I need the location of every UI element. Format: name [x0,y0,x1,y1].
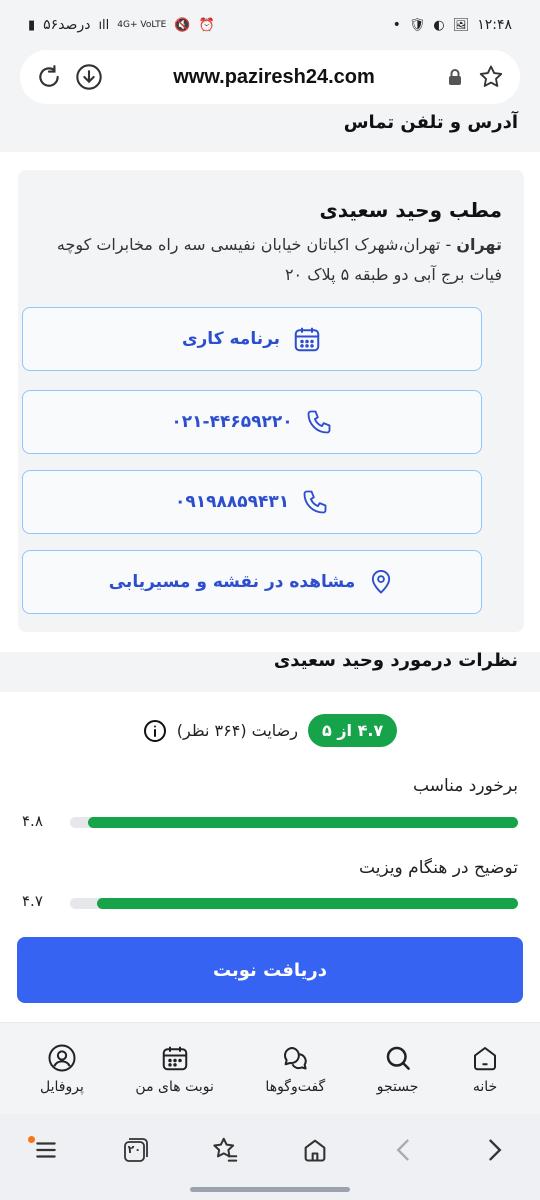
download-icon[interactable] [74,62,104,92]
nav-appointments[interactable]: نوبت های من [135,1023,214,1114]
home-icon [304,1139,326,1162]
network-text: 4G+ VoLTE [117,20,167,30]
url-text[interactable]: www.paziresh24.com [114,66,434,89]
home-button[interactable] [293,1128,337,1172]
reviews-section-title: نظرات درمورد وحید سعیدی [273,650,518,671]
phone2-label: ۰۹۱۹۸۸۵۹۴۳۱ [174,492,290,512]
metric-value: ۴.۷ [22,892,43,910]
metric-bar-fill [96,898,518,909]
address-section-title: آدرس و تلفن تماس [343,112,518,133]
schedule-button[interactable]: برنامه کاری [22,307,482,371]
phone-icon [307,410,331,434]
nav-label: جستجو [376,1078,419,1095]
nav-label: خانه [472,1078,498,1095]
phone2-button[interactable]: ۰۹۱۹۸۸۵۹۴۳۱ [22,470,482,534]
battery-text: ۵۶درصد [43,17,91,33]
rating-summary: ۴.۷ از ۵ رضایت (۳۶۴ نظر) [0,714,540,747]
cta-wrapper: دریافت نوبت [0,918,540,1022]
menu-icon [36,1142,56,1158]
browser-bottom-bar: ۲۰ [0,1114,540,1200]
reload-icon[interactable] [34,62,64,92]
alarm-icon: ⏰ [198,17,215,33]
chevron-left-icon [396,1139,410,1161]
satisfaction-text: رضایت (۳۶۴ نظر) [176,721,298,740]
metric-bar [70,817,518,828]
app-icon: ◐ [433,17,445,33]
nav-label: پروفایل [40,1078,84,1095]
app-bottom-nav: خانه جستجو گفت‌وگوها نوبت های من پروفایل [0,1022,540,1114]
gesture-bar [190,1187,350,1192]
home-icon [474,1046,496,1070]
metric-bar-fill [87,817,518,828]
map-button-label: مشاهده در نقشه و مسیریابی [108,572,356,592]
location-pin-icon [372,570,391,594]
nav-chats[interactable]: گفت‌وگوها [265,1023,325,1114]
forward-button[interactable] [472,1128,516,1172]
address-text: - تهران،شهرک اکباتان خیابان نفیسی سه راه… [56,235,502,284]
schedule-button-label: برنامه کاری [181,329,281,349]
notification-dot-icon: • [392,17,401,33]
shield-icon: 🛡 [408,17,426,33]
search-icon [386,1046,410,1070]
star-icon[interactable] [476,62,506,92]
star-list-icon [213,1137,238,1162]
mute-icon: 🔇 [174,17,191,33]
nav-label: نوبت های من [135,1078,214,1095]
phone1-label: ۰۲۱-۴۴۶۵۹۲۲۰ [171,412,293,432]
profile-icon [48,1044,76,1071]
phone1-button[interactable]: ۰۲۱-۴۴۶۵۹۲۲۰ [22,390,482,454]
phone-icon [303,490,327,514]
rating-badge: ۴.۷ از ۵ [308,714,398,747]
calendar-icon [294,327,320,352]
chevron-right-icon [489,1139,502,1161]
status-left: ▮ ۵۶درصد ıll 4G+ VoLTE 🔇 ⏰ [28,17,215,33]
nav-profile[interactable]: پروفایل [40,1023,84,1114]
menu-button[interactable] [24,1128,68,1172]
address-city: تهران [456,235,502,254]
notification-dot [28,1136,35,1143]
clinic-name: مطب وحید سعیدی [319,198,502,222]
status-time: ۱۲:۴۸ [477,17,512,33]
signal-icon: ıll [98,17,110,33]
calendar-icon [162,1046,187,1070]
info-icon[interactable] [143,719,167,743]
map-button[interactable]: مشاهده در نقشه و مسیریابی [22,550,482,614]
address-card-wrapper: مطب وحید سعیدی تهران - تهران،شهرک اکباتا… [0,152,540,652]
nav-home[interactable]: خانه [470,1023,500,1114]
get-appointment-button[interactable]: دریافت نوبت [17,937,523,1003]
tabs-count: ۲۰ [127,1143,142,1156]
metric-value: ۴.۸ [22,812,43,830]
status-bar: ▮ ۵۶درصد ıll 4G+ VoLTE 🔇 ⏰ • 🛡 ◐ 🖼 ۱۲:۴۸ [0,0,540,50]
tabs-button[interactable]: ۲۰ [114,1128,158,1172]
back-button[interactable] [382,1128,426,1172]
nav-search[interactable]: جستجو [376,1023,419,1114]
status-right: • 🛡 ◐ 🖼 ۱۲:۴۸ [393,17,512,33]
browser-url-bar: www.paziresh24.com [20,50,520,104]
metric-bar [70,898,518,909]
battery-icon: ▮ [28,17,36,33]
chat-icon [284,1046,307,1069]
nav-label: گفت‌وگوها [265,1078,326,1095]
lock-icon[interactable] [444,62,466,92]
bookmark-button[interactable] [203,1128,247,1172]
image-icon: 🖼 [452,17,470,33]
metric-label: برخورد مناسب [413,776,518,796]
metric-label: توضیح در هنگام ویزیت [359,858,518,878]
clinic-address: تهران - تهران،شهرک اکباتان خیابان نفیسی … [40,230,502,290]
